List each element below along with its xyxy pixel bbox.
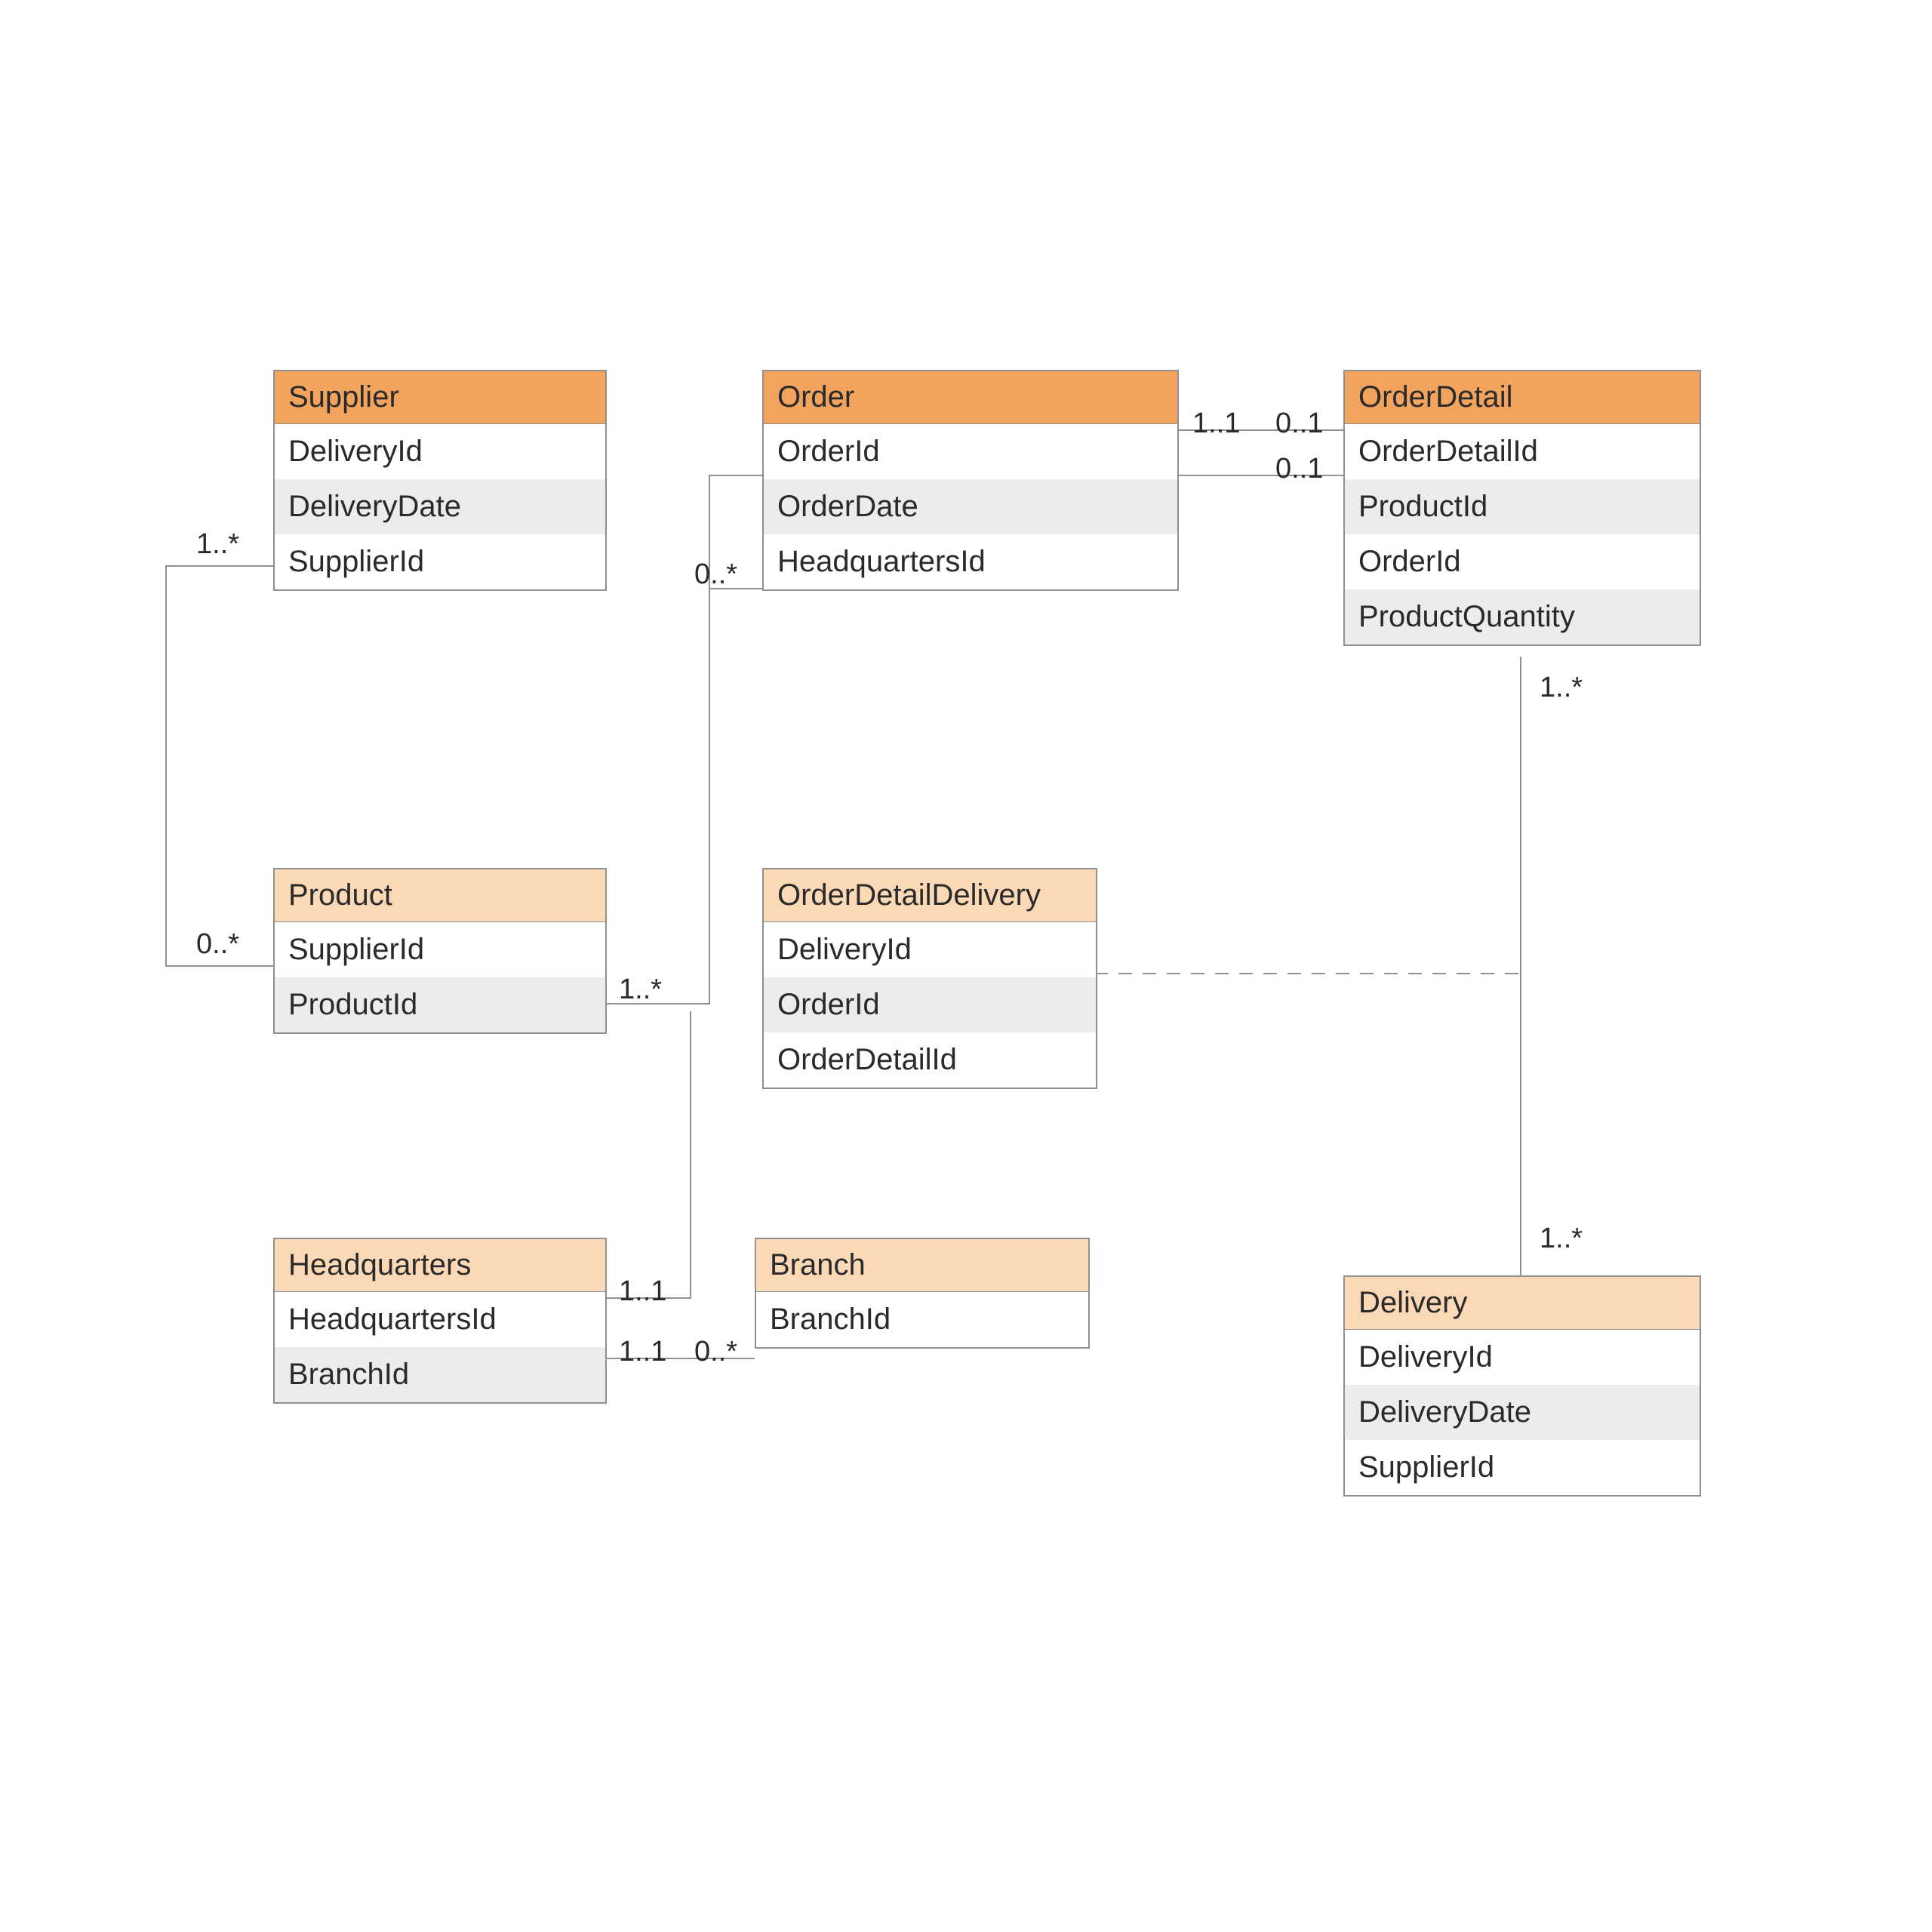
multiplicity-label: 1..1 [619, 1336, 666, 1368]
entity-branch-title: Branch [756, 1239, 1088, 1292]
entity-orderdetail-row: ProductId [1345, 479, 1700, 534]
multiplicity-label: 1..1 [1192, 408, 1240, 440]
entity-order-row: OrderDate [764, 479, 1177, 534]
entity-orderdetaildelivery-row: OrderDetailId [764, 1032, 1096, 1088]
multiplicity-label: 1..* [1540, 1223, 1583, 1255]
multiplicity-label: 0..* [694, 1336, 737, 1368]
entity-headquarters-row: HeadquartersId [275, 1292, 605, 1347]
entity-order: Order OrderId OrderDate HeadquartersId [762, 370, 1179, 591]
entity-orderdetaildelivery-title: OrderDetailDelivery [764, 869, 1096, 922]
entity-product-row: ProductId [275, 977, 605, 1032]
entity-supplier-row: DeliveryDate [275, 479, 605, 534]
multiplicity-label: 0..1 [1275, 453, 1323, 485]
entity-branch: Branch BranchId [755, 1238, 1090, 1349]
entity-orderdetaildelivery: OrderDetailDelivery DeliveryId OrderId O… [762, 868, 1097, 1089]
entity-orderdetail: OrderDetail OrderDetailId ProductId Orde… [1343, 370, 1701, 646]
entity-delivery-title: Delivery [1345, 1277, 1700, 1330]
entity-delivery-row: DeliveryId [1345, 1330, 1700, 1385]
entity-order-title: Order [764, 371, 1177, 424]
entity-supplier-row: SupplierId [275, 534, 605, 589]
er-diagram-canvas: Supplier DeliveryId DeliveryDate Supplie… [0, 0, 1932, 1932]
entity-orderdetail-row: OrderId [1345, 534, 1700, 589]
multiplicity-label: 0..* [196, 928, 239, 961]
entity-product-title: Product [275, 869, 605, 922]
entity-supplier-row: DeliveryId [275, 424, 605, 479]
entity-supplier: Supplier DeliveryId DeliveryDate Supplie… [273, 370, 607, 591]
entity-product-row: SupplierId [275, 922, 605, 977]
entity-orderdetail-row: OrderDetailId [1345, 424, 1700, 479]
entity-headquarters-title: Headquarters [275, 1239, 605, 1292]
entity-product: Product SupplierId ProductId [273, 868, 607, 1034]
entity-orderdetaildelivery-row: DeliveryId [764, 922, 1096, 977]
entity-headquarters: Headquarters HeadquartersId BranchId [273, 1238, 607, 1404]
entity-orderdetail-row: ProductQuantity [1345, 589, 1700, 645]
multiplicity-label: 1..* [196, 528, 239, 561]
multiplicity-label: 1..* [1540, 672, 1583, 704]
multiplicity-label: 1..1 [619, 1275, 666, 1308]
multiplicity-label: 0..* [694, 558, 737, 591]
multiplicity-label: 1..* [619, 974, 662, 1006]
entity-supplier-title: Supplier [275, 371, 605, 424]
entity-orderdetaildelivery-row: OrderId [764, 977, 1096, 1032]
entity-orderdetail-title: OrderDetail [1345, 371, 1700, 424]
multiplicity-label: 0..1 [1275, 408, 1323, 440]
entity-delivery: Delivery DeliveryId DeliveryDate Supplie… [1343, 1275, 1701, 1497]
entity-order-row: OrderId [764, 424, 1177, 479]
entity-branch-row: BranchId [756, 1292, 1088, 1347]
entity-order-row: HeadquartersId [764, 534, 1177, 589]
entity-headquarters-row: BranchId [275, 1347, 605, 1402]
entity-delivery-row: DeliveryDate [1345, 1385, 1700, 1440]
entity-delivery-row: SupplierId [1345, 1440, 1700, 1495]
